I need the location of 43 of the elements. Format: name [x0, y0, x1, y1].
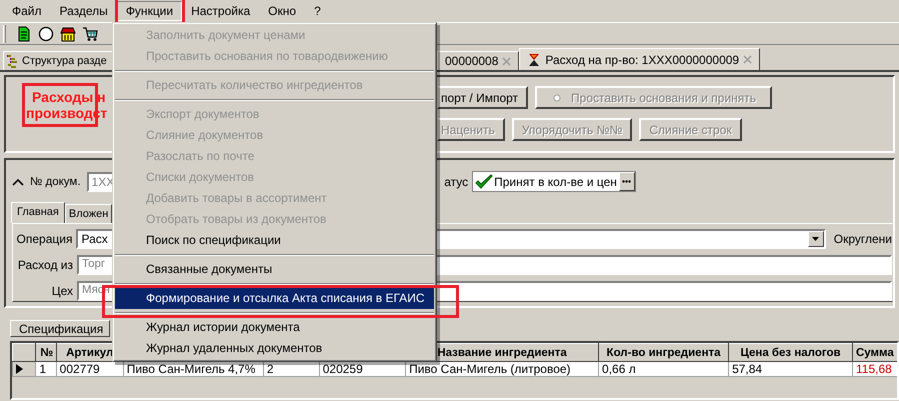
dropdown-arrow-icon — [812, 237, 820, 241]
circle-icon — [553, 94, 562, 102]
menu-bar-item[interactable]: Настройка — [182, 1, 260, 21]
document-icon — [16, 26, 32, 42]
menu-bar-item[interactable]: ? — [305, 1, 330, 21]
menu-item[interactable]: Журнал истории документа — [115, 317, 434, 338]
menu-bar-item[interactable]: Разделы — [50, 1, 117, 21]
action-button[interactable]: порт / Импорт — [437, 86, 528, 109]
more-button[interactable] — [618, 172, 635, 191]
table-cell: Пиво Сан-Мигель 4,7% — [123, 362, 264, 376]
tree-icon — [6, 54, 20, 68]
table-cell: 002779 — [56, 362, 124, 376]
document-tab[interactable]: Расход на пр-во: 1XXX0000000009 — [519, 48, 760, 70]
field-label: Расход из — [16, 258, 73, 272]
person-icon — [38, 26, 54, 42]
caret-icon — [12, 178, 24, 186]
specification-tab[interactable]: Спецификация — [10, 320, 110, 337]
menu-bar-item[interactable]: Окно — [259, 1, 306, 21]
menu-bar-item[interactable]: Файл — [3, 1, 51, 21]
menu-bar-item[interactable]: Функции — [116, 1, 182, 21]
ellipsis-icon — [622, 180, 632, 183]
column-header[interactable]: Цена без налогов — [728, 344, 852, 362]
menu-item[interactable]: Поиск по спецификации — [115, 230, 434, 251]
hourglass-icon — [527, 52, 542, 66]
page-title: Расходы н — [32, 89, 106, 105]
field-label: Округлени — [834, 232, 892, 246]
cart-icon — [82, 26, 98, 42]
field-label: Операция — [16, 232, 72, 246]
table-cell: Пиво Сан-Мигель (литровое) — [406, 362, 599, 376]
table-cell: 57,84 — [728, 362, 852, 376]
table-cell: 115,68 — [852, 362, 897, 376]
menu-item[interactable]: Формирование и отсылка Акта списания в ЕГАИС — [115, 288, 434, 309]
column-header[interactable]: Кол-во ингредиента — [598, 344, 729, 362]
field-label: № докум. — [30, 176, 81, 188]
table-cell: 2 — [263, 362, 320, 376]
form-tab[interactable]: Главная — [11, 202, 65, 223]
field-label: Цех — [50, 284, 73, 298]
table-cell: 020259 — [319, 362, 406, 376]
table-cell: 0,66 л — [598, 362, 729, 376]
status-field[interactable]: Принят в кол-ве и цен — [472, 171, 636, 192]
field-label: атус — [444, 174, 468, 188]
store-icon — [60, 26, 76, 42]
check-icon — [475, 174, 494, 190]
